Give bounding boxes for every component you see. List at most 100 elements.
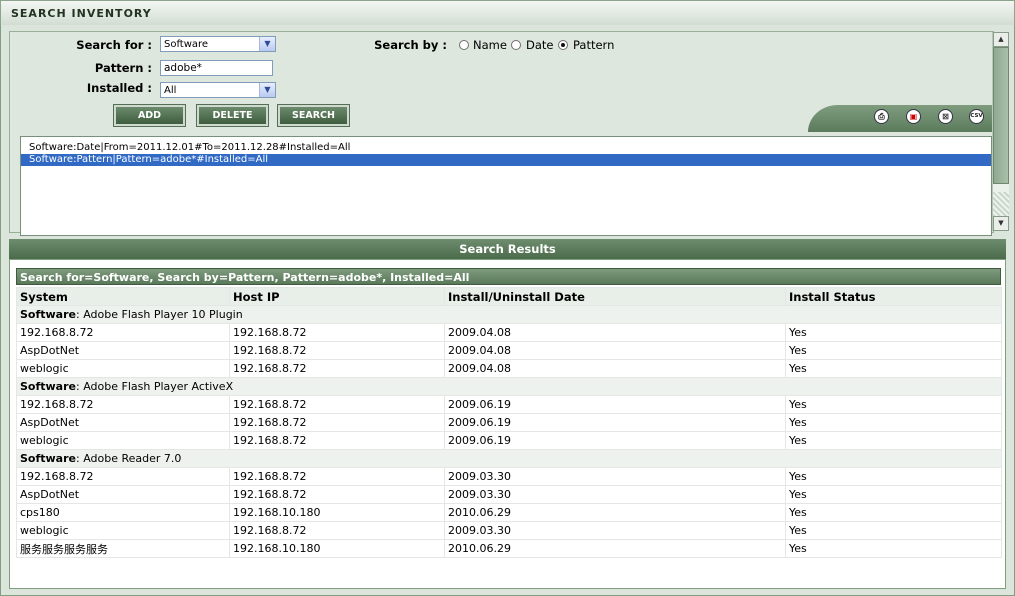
radio-pattern[interactable] bbox=[558, 40, 568, 50]
results-header: Search Results bbox=[9, 239, 1006, 259]
cell-system: AspDotNet bbox=[16, 341, 230, 360]
cell-status: Yes bbox=[785, 521, 1002, 540]
title-bar: SEARCH INVENTORY bbox=[0, 0, 1015, 26]
cell-host-ip: 192.168.8.72 bbox=[229, 359, 445, 378]
cell-status: Yes bbox=[785, 413, 1002, 432]
cell-host-ip: 192.168.8.72 bbox=[229, 395, 445, 414]
radio-name[interactable] bbox=[459, 40, 469, 50]
search-button[interactable]: SEARCH bbox=[277, 104, 350, 127]
cell-date: 2009.06.19 bbox=[444, 395, 786, 414]
results-table: System Host IP Install/Uninstall Date In… bbox=[16, 287, 1002, 558]
cell-system: weblogic bbox=[16, 521, 230, 540]
cell-host-ip: 192.168.8.72 bbox=[229, 413, 445, 432]
results-summary: Search for=Software, Search by=Pattern, … bbox=[16, 268, 1001, 285]
group-name: Adobe Flash Player ActiveX bbox=[83, 380, 234, 393]
printer-icon[interactable]: ⎙ bbox=[874, 109, 889, 124]
scroll-thumb[interactable] bbox=[993, 47, 1009, 184]
table-row[interactable]: weblogic 192.168.8.72 2009.06.19 Yes bbox=[16, 431, 1002, 450]
delete-button[interactable]: DELETE bbox=[196, 104, 269, 127]
table-row[interactable]: AspDotNet 192.168.8.72 2009.03.30 Yes bbox=[16, 485, 1002, 504]
vertical-scrollbar[interactable]: ▲ ▼ bbox=[992, 32, 1009, 231]
criteria-list[interactable]: Software:Date|From=2011.12.01#To=2011.12… bbox=[20, 136, 992, 236]
group-label: Software bbox=[20, 308, 76, 321]
installed-label: Installed : bbox=[86, 81, 152, 95]
installed-value: All bbox=[164, 85, 177, 96]
cell-date: 2009.06.19 bbox=[444, 431, 786, 450]
column-header-host-ip: Host IP bbox=[229, 287, 445, 306]
group-row: Software: Adobe Flash Player ActiveX bbox=[16, 377, 1002, 396]
cell-host-ip: 192.168.8.72 bbox=[229, 467, 445, 486]
cell-date: 2009.06.19 bbox=[444, 413, 786, 432]
table-row[interactable]: AspDotNet 192.168.8.72 2009.04.08 Yes bbox=[16, 341, 1002, 360]
search-for-value: Software bbox=[164, 39, 209, 50]
cell-status: Yes bbox=[785, 485, 1002, 504]
cell-host-ip: 192.168.8.72 bbox=[229, 521, 445, 540]
table-row[interactable]: AspDotNet 192.168.8.72 2009.06.19 Yes bbox=[16, 413, 1002, 432]
cell-date: 2009.03.30 bbox=[444, 467, 786, 486]
table-header-row: System Host IP Install/Uninstall Date In… bbox=[16, 287, 1002, 306]
cell-host-ip: 192.168.8.72 bbox=[229, 323, 445, 342]
radio-date[interactable] bbox=[511, 40, 521, 50]
cell-system: 服务服务服务服务 bbox=[16, 539, 230, 558]
cell-system: cps180 bbox=[16, 503, 230, 522]
pattern-input[interactable]: adobe* bbox=[160, 60, 273, 76]
cell-system: 192.168.8.72 bbox=[16, 467, 230, 486]
table-row[interactable]: 192.168.8.72 192.168.8.72 2009.06.19 Yes bbox=[16, 395, 1002, 414]
excel-icon[interactable]: ⊠ bbox=[938, 109, 953, 124]
table-row[interactable]: weblogic 192.168.8.72 2009.03.30 Yes bbox=[16, 521, 1002, 540]
cell-host-ip: 192.168.10.180 bbox=[229, 503, 445, 522]
cell-status: Yes bbox=[785, 467, 1002, 486]
search-for-select[interactable]: Software ▼ bbox=[160, 36, 276, 52]
search-panel: Search for : Software ▼ Pattern : adobe*… bbox=[9, 31, 994, 236]
group-name: Adobe Reader 7.0 bbox=[83, 452, 182, 465]
cell-system: 192.168.8.72 bbox=[16, 323, 230, 342]
cell-status: Yes bbox=[785, 395, 1002, 414]
cell-status: Yes bbox=[785, 341, 1002, 360]
group-row: Software: Adobe Flash Player 10 Plugin bbox=[16, 305, 1002, 324]
column-header-status: Install Status bbox=[785, 287, 1002, 306]
cell-system: AspDotNet bbox=[16, 485, 230, 504]
cell-date: 2010.06.29 bbox=[444, 539, 786, 558]
main-panel: Search for : Software ▼ Pattern : adobe*… bbox=[0, 25, 1015, 596]
search-for-label: Search for : bbox=[76, 38, 152, 52]
criteria-item-selected[interactable]: Software:Pattern|Pattern=adobe*#Installe… bbox=[21, 154, 991, 166]
cell-date: 2009.04.08 bbox=[444, 323, 786, 342]
pattern-label: Pattern : bbox=[94, 61, 152, 75]
page-title: SEARCH INVENTORY bbox=[11, 7, 152, 20]
installed-select[interactable]: All ▼ bbox=[160, 82, 276, 98]
cell-host-ip: 192.168.10.180 bbox=[229, 539, 445, 558]
cell-date: 2009.04.08 bbox=[444, 359, 786, 378]
cell-status: Yes bbox=[785, 503, 1002, 522]
criteria-item[interactable]: Software:Date|From=2011.12.01#To=2011.12… bbox=[21, 142, 991, 154]
search-by-label: Search by : bbox=[374, 38, 447, 52]
radio-name-label: Name bbox=[473, 38, 507, 52]
table-row[interactable]: weblogic 192.168.8.72 2009.04.08 Yes bbox=[16, 359, 1002, 378]
cell-status: Yes bbox=[785, 323, 1002, 342]
group-name: Adobe Flash Player 10 Plugin bbox=[83, 308, 243, 321]
table-row[interactable]: 服务服务服务服务 192.168.10.180 2010.06.29 Yes bbox=[16, 539, 1002, 558]
scroll-up-icon[interactable]: ▲ bbox=[993, 32, 1009, 47]
group-label: Software bbox=[20, 380, 76, 393]
csv-icon[interactable]: CSV bbox=[969, 109, 984, 124]
cell-date: 2009.04.08 bbox=[444, 341, 786, 360]
table-row[interactable]: cps180 192.168.10.180 2010.06.29 Yes bbox=[16, 503, 1002, 522]
scroll-down-icon[interactable]: ▼ bbox=[993, 216, 1009, 231]
export-toolbar: ⎙ ▣ ⊠ CSV bbox=[808, 105, 993, 132]
radio-date-label: Date bbox=[526, 38, 554, 52]
results-panel: Search for=Software, Search by=Pattern, … bbox=[9, 259, 1006, 589]
cell-status: Yes bbox=[785, 359, 1002, 378]
group-label: Software bbox=[20, 452, 76, 465]
cell-status: Yes bbox=[785, 539, 1002, 558]
cell-host-ip: 192.168.8.72 bbox=[229, 341, 445, 360]
cell-status: Yes bbox=[785, 431, 1002, 450]
chevron-down-icon[interactable]: ▼ bbox=[259, 37, 275, 51]
table-row[interactable]: 192.168.8.72 192.168.8.72 2009.03.30 Yes bbox=[16, 467, 1002, 486]
scroll-grip[interactable] bbox=[993, 192, 1009, 216]
add-button[interactable]: ADD bbox=[113, 104, 186, 127]
pdf-icon[interactable]: ▣ bbox=[906, 109, 921, 124]
table-row[interactable]: 192.168.8.72 192.168.8.72 2009.04.08 Yes bbox=[16, 323, 1002, 342]
cell-host-ip: 192.168.8.72 bbox=[229, 431, 445, 450]
cell-system: 192.168.8.72 bbox=[16, 395, 230, 414]
chevron-down-icon[interactable]: ▼ bbox=[259, 83, 275, 97]
cell-host-ip: 192.168.8.72 bbox=[229, 485, 445, 504]
